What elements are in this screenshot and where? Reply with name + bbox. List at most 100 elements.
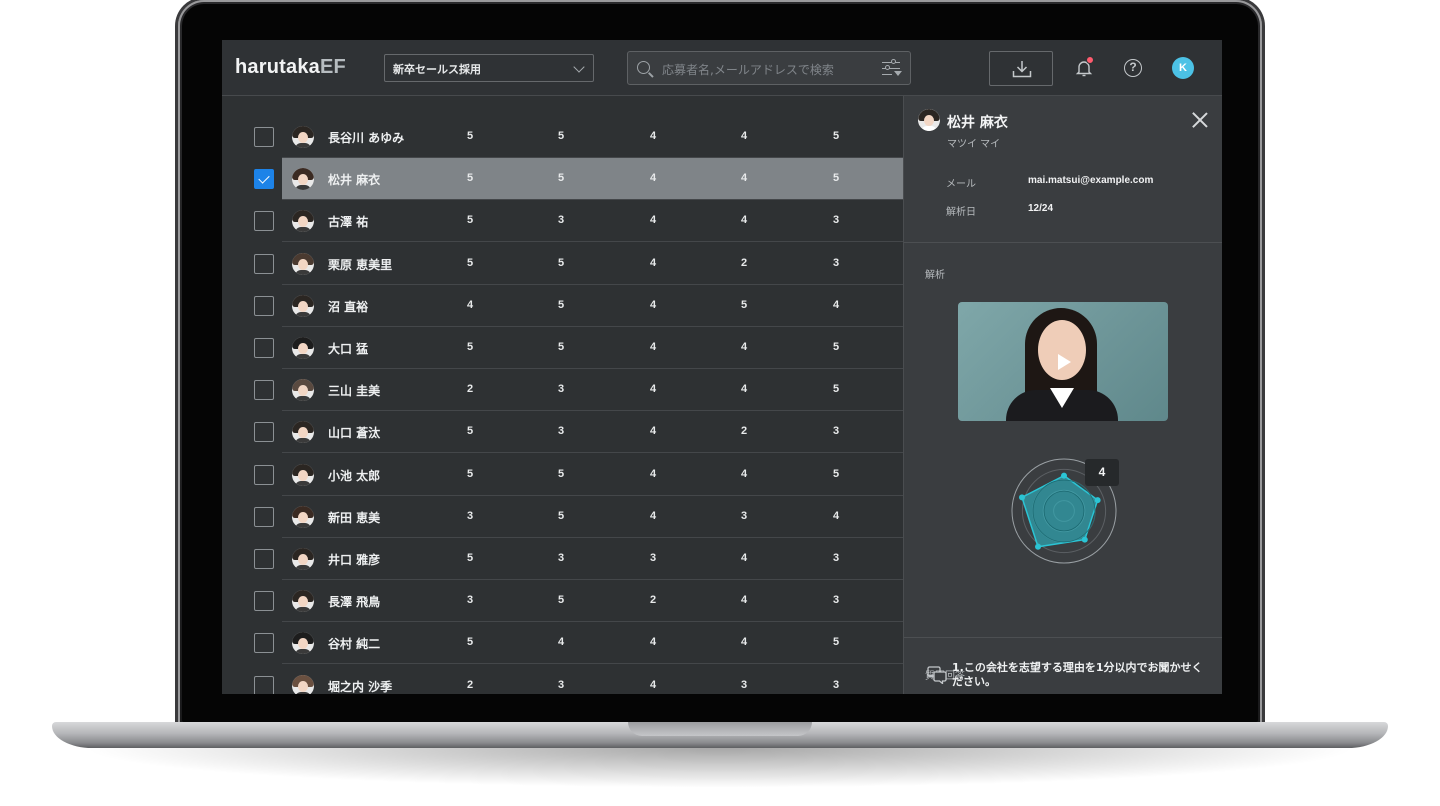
score-cell: 5 xyxy=(832,341,840,353)
score-cell: 3 xyxy=(740,678,748,691)
table-row[interactable]: 三山 圭美 2 3 4 4 5 xyxy=(222,369,903,412)
score-cell: 3 xyxy=(832,552,840,564)
notification-dot xyxy=(1086,56,1094,64)
score-cell: 5 xyxy=(466,467,474,480)
table-row[interactable]: 小池 太郎 5 5 4 4 5 xyxy=(222,454,903,496)
row-checkbox[interactable] xyxy=(254,675,274,694)
row-checkbox[interactable] xyxy=(254,127,274,147)
applicant-name[interactable]: 井口 雅彦 xyxy=(328,551,380,568)
filter-icon[interactable] xyxy=(882,59,902,77)
applicant-name[interactable]: 松井 麻衣 xyxy=(328,171,380,188)
applicant-avatar xyxy=(292,590,314,613)
search-placeholder: 応募者名,メールアドレスで検索 xyxy=(662,63,834,77)
score-cell: 3 xyxy=(557,678,565,691)
radar-point[interactable] xyxy=(1035,543,1042,550)
table-row[interactable]: 堀之内 沙季 2 3 4 3 3 xyxy=(222,665,903,694)
score-cell: 5 xyxy=(832,130,840,142)
applicant-avatar xyxy=(292,337,314,359)
laptop-shadow xyxy=(80,748,1360,788)
row-checkbox[interactable] xyxy=(254,591,274,612)
score-cell: 5 xyxy=(832,636,840,649)
row-checkbox[interactable] xyxy=(254,253,274,274)
row-checkbox[interactable] xyxy=(254,211,274,232)
applicant-name[interactable]: 古澤 祐 xyxy=(328,213,368,230)
applicant-name[interactable]: 谷村 純二 xyxy=(328,635,380,652)
applicant-avatar xyxy=(292,505,314,528)
score-cell: 5 xyxy=(466,172,474,185)
score-cell: 2 xyxy=(649,594,657,607)
score-cell: 5 xyxy=(557,594,565,607)
table-row[interactable]: 山口 蒼汰 5 3 4 2 3 xyxy=(222,411,903,454)
score-cell: 5 xyxy=(832,172,840,185)
table-row[interactable]: 長谷川 あゆみ 5 5 4 4 5 xyxy=(222,116,903,158)
radar-point[interactable] xyxy=(1094,497,1101,504)
table-row[interactable]: 古澤 祐 5 3 4 4 3 xyxy=(222,200,903,243)
applicant-avatar xyxy=(292,632,314,655)
table-row[interactable]: 松井 麻衣 5 5 4 4 5 xyxy=(222,158,903,201)
score-cell: 4 xyxy=(649,214,657,227)
row-checkbox[interactable] xyxy=(254,506,274,527)
applicant-name[interactable]: 長谷川 あゆみ xyxy=(328,129,404,146)
user-avatar[interactable]: K xyxy=(1172,57,1194,79)
score-cell: 2 xyxy=(466,383,474,396)
app-logo[interactable]: harutakaEF xyxy=(235,56,346,79)
video-player[interactable] xyxy=(958,302,1168,421)
score-cell: 5 xyxy=(466,636,474,649)
email-value[interactable]: mai.matsui@example.com xyxy=(1028,175,1153,186)
score-cell: 4 xyxy=(832,298,840,311)
row-checkbox[interactable] xyxy=(254,169,274,190)
applicant-name[interactable]: 堀之内 沙季 xyxy=(328,678,392,694)
applicant-name[interactable]: 栗原 恵美里 xyxy=(328,256,392,273)
notification-button[interactable] xyxy=(1074,56,1094,78)
download-button[interactable] xyxy=(989,51,1053,86)
applicant-name[interactable]: 小池 太郎 xyxy=(328,467,380,484)
play-icon[interactable] xyxy=(1058,354,1071,370)
applicant-name[interactable]: 大口 猛 xyxy=(328,340,368,357)
table-row[interactable]: 沼 直裕 4 5 4 5 4 xyxy=(222,285,903,327)
applicant-avatar xyxy=(292,379,314,402)
row-checkbox[interactable] xyxy=(254,549,274,569)
detail-avatar xyxy=(918,109,940,131)
radar-point[interactable] xyxy=(1081,536,1088,543)
table-row[interactable]: 新田 恵美 3 5 4 3 4 xyxy=(222,496,903,538)
applicant-name[interactable]: 長澤 飛鳥 xyxy=(328,593,380,610)
row-checkbox[interactable] xyxy=(254,633,274,654)
radar-point[interactable] xyxy=(1061,472,1067,479)
row-checkbox[interactable] xyxy=(254,380,274,401)
score-cell: 5 xyxy=(466,552,474,564)
job-select[interactable]: 新卒セールス採用 xyxy=(384,54,594,82)
score-cell: 5 xyxy=(466,341,474,353)
score-cell: 3 xyxy=(466,509,474,522)
table-row[interactable]: 長澤 飛鳥 3 5 2 4 3 xyxy=(222,580,903,623)
help-icon[interactable]: ? xyxy=(1124,59,1142,77)
row-checkbox[interactable] xyxy=(254,464,274,485)
score-cell: 4 xyxy=(649,298,657,311)
job-select-value: 新卒セールス採用 xyxy=(393,63,481,76)
row-checkbox[interactable] xyxy=(254,422,274,443)
table-row[interactable]: 谷村 純二 5 4 4 4 5 xyxy=(222,622,903,665)
score-cell: 4 xyxy=(740,552,748,564)
row-checkbox[interactable] xyxy=(254,295,274,316)
applicant-name[interactable]: 山口 蒼汰 xyxy=(328,424,380,441)
search-input[interactable]: 応募者名,メールアドレスで検索 xyxy=(627,51,911,85)
row-checkbox[interactable] xyxy=(254,338,274,358)
score-cell: 3 xyxy=(832,425,840,438)
score-cell: 5 xyxy=(557,467,565,480)
close-icon[interactable] xyxy=(1190,110,1210,130)
applicant-table: 長谷川 あゆみ 5 5 4 4 5 松井 麻衣 5 5 4 4 5 古澤 祐 5 3 4 4 3 栗原 恵美里 5 5 4… xyxy=(222,96,903,694)
score-cell: 5 xyxy=(466,256,474,269)
score-cell: 4 xyxy=(649,425,657,438)
table-row[interactable]: 大口 猛 5 5 4 4 5 xyxy=(222,327,903,369)
score-cell: 4 xyxy=(740,214,748,227)
score-cell: 3 xyxy=(832,214,840,227)
score-cell: 4 xyxy=(466,298,474,311)
table-row[interactable]: 栗原 恵美里 5 5 4 2 3 xyxy=(222,243,903,285)
applicant-name[interactable]: 新田 恵美 xyxy=(328,509,380,526)
score-cell: 4 xyxy=(740,341,748,353)
table-row[interactable]: 井口 雅彦 5 3 3 4 3 xyxy=(222,538,903,580)
radar-point[interactable] xyxy=(1018,494,1025,501)
score-cell: 3 xyxy=(740,509,748,522)
applicant-name[interactable]: 三山 圭美 xyxy=(328,382,380,399)
score-cell: 5 xyxy=(557,256,565,269)
applicant-name[interactable]: 沼 直裕 xyxy=(328,298,368,315)
